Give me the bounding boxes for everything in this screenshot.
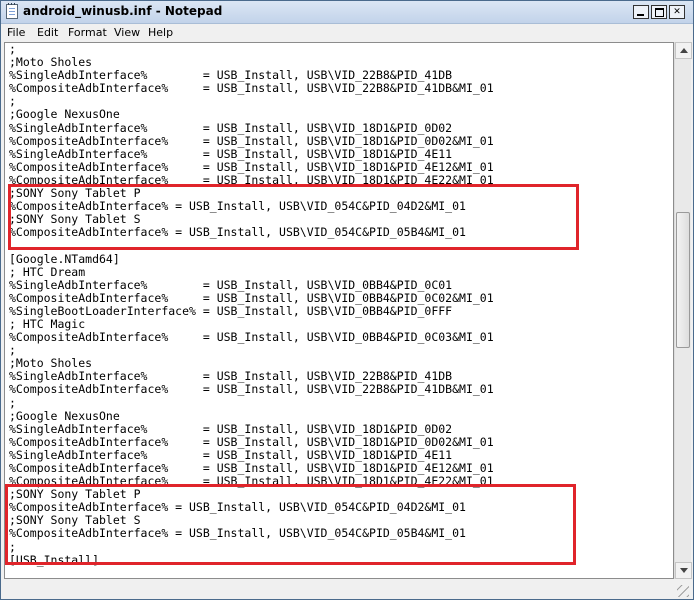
menu-file[interactable]: File [7, 26, 25, 39]
menu-format[interactable]: Format [68, 26, 107, 39]
scroll-down-button[interactable] [675, 562, 692, 579]
menu-bar: File Edit Format View Help [1, 24, 693, 42]
scroll-up-button[interactable] [675, 42, 692, 59]
maximize-button[interactable] [651, 5, 667, 19]
menu-view[interactable]: View [114, 26, 140, 39]
text-line: %CompositeAdbInterface% = USB_Install, U… [9, 382, 494, 397]
menu-help[interactable]: Help [148, 26, 173, 39]
status-area [4, 579, 691, 599]
text-line: ;Google NexusOne [9, 107, 120, 122]
text-line: %CompositeAdbInterface% = USB_Install, U… [9, 290, 494, 305]
text-line: %SingleBootLoaderInterface% = USB_Instal… [9, 303, 453, 318]
text-line: %SingleAdbInterface% = USB_Install, USB\… [9, 120, 453, 135]
text-line: %SingleAdbInterface% = USB_Install, USB\… [9, 277, 453, 292]
text-line: %CompositeAdbInterface% = USB_Install, U… [9, 133, 494, 148]
notepad-window: android_winusb.inf - Notepad ✕ File Edit… [0, 0, 694, 600]
text-line: [Google.NTamd64] [9, 251, 120, 266]
scroll-thumb[interactable] [676, 212, 690, 348]
text-line: %SingleAdbInterface% = USB_Install, USB\… [9, 421, 453, 436]
text-line: %CompositeAdbInterface% = USB_Install, U… [9, 81, 494, 96]
window-title: android_winusb.inf - Notepad [23, 4, 223, 18]
text-line: %SingleAdbInterface% = USB_Install, USB\… [9, 146, 453, 161]
text-line: ; HTC Dream [9, 264, 86, 279]
minimize-button[interactable] [633, 5, 649, 19]
highlight-box-sony-2 [5, 484, 576, 565]
text-line: %CompositeAdbInterface% = USB_Install, U… [9, 159, 494, 174]
text-line: %CompositeAdbInterface% = USB_Install, U… [9, 434, 494, 449]
notepad-icon[interactable] [6, 3, 18, 19]
close-button[interactable]: ✕ [669, 5, 685, 19]
text-line: %CompositeAdbInterface% = USB_Install, U… [9, 330, 494, 345]
text-line: ; [9, 395, 16, 410]
title-bar[interactable]: android_winusb.inf - Notepad ✕ [1, 1, 693, 24]
text-line: ;Google NexusOne [9, 408, 120, 423]
vertical-scrollbar[interactable] [674, 42, 692, 579]
resize-grip-icon[interactable] [677, 585, 689, 597]
highlight-box-sony-1 [8, 184, 579, 250]
menu-edit[interactable]: Edit [37, 26, 58, 39]
